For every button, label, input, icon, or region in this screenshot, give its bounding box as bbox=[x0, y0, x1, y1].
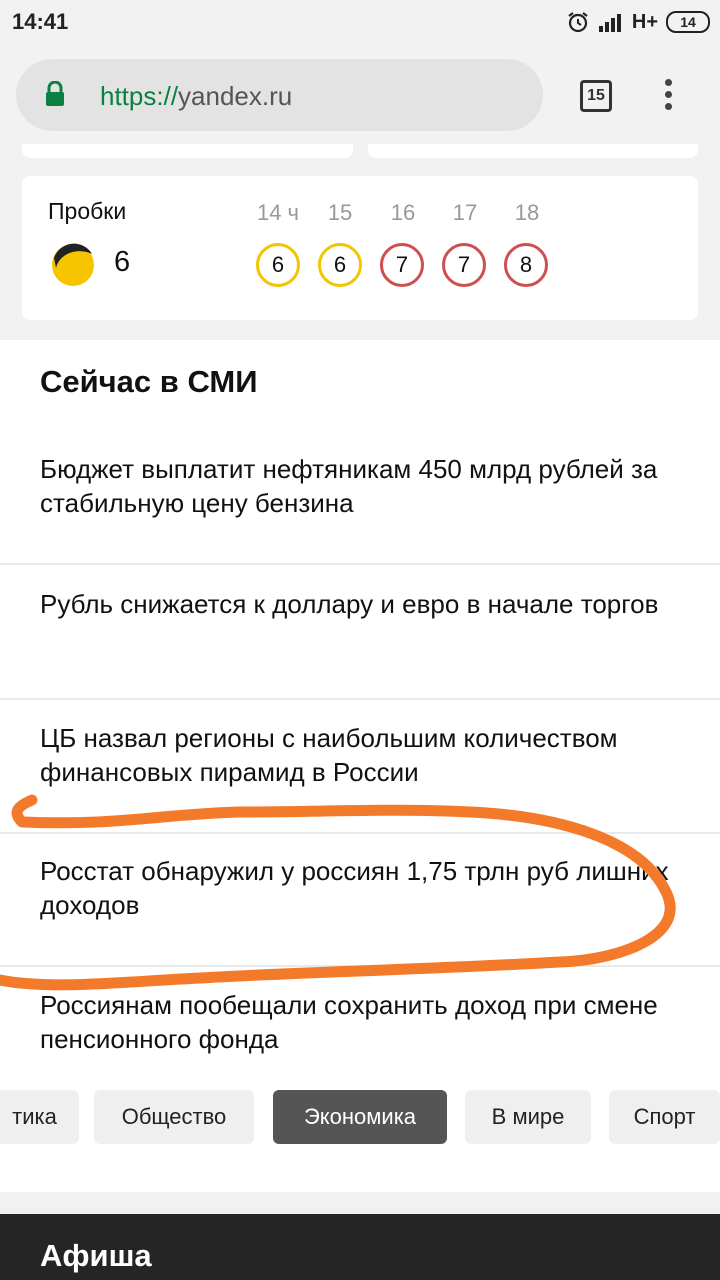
signal-icon bbox=[598, 14, 621, 32]
news-item[interactable]: Бюджет выплатит нефтяникам 450 млрд рубл… bbox=[0, 430, 720, 565]
news-section: Сейчас в СМИ Бюджет выплатит нефтяникам … bbox=[0, 340, 720, 1192]
status-icons: H+ 14 bbox=[566, 8, 710, 36]
news-category-tabs: тика Общество Экономика В мире Спорт bbox=[0, 1090, 720, 1144]
browser-toolbar: https://yandex.ru 15 bbox=[0, 46, 720, 144]
previous-card-left bbox=[22, 144, 353, 158]
address-bar[interactable]: https://yandex.ru bbox=[16, 59, 543, 131]
status-time: 14:41 bbox=[12, 9, 69, 34]
menu-icon[interactable] bbox=[662, 79, 674, 111]
page-content: Пробки 6 14 ч 15 16 17 18 6 6 7 7 8 Сейч… bbox=[0, 144, 720, 1280]
url-text[interactable]: https://yandex.ru bbox=[100, 81, 292, 112]
url-scheme: https:// bbox=[100, 81, 179, 111]
alarm-icon bbox=[568, 12, 588, 33]
traffic-level: 6 bbox=[114, 246, 131, 278]
category-tab-sport[interactable]: Спорт bbox=[609, 1090, 720, 1144]
news-item-text[interactable]: ЦБ назвал регионы с наибольшим количеств… bbox=[40, 721, 680, 789]
traffic-title: Пробки bbox=[48, 198, 127, 224]
news-item[interactable]: Рубль снижается к доллару и евро в начал… bbox=[0, 565, 720, 700]
tab-switcher-button[interactable]: 15 bbox=[580, 80, 612, 112]
forecast-hour: 15 bbox=[327, 200, 353, 225]
news-item[interactable]: Россиянам пообещали сохранить доход при … bbox=[0, 966, 720, 1099]
url-host: yandex.ru bbox=[178, 81, 293, 111]
news-item[interactable]: Росстат обнаружил у россиян 1,75 трлн ру… bbox=[0, 832, 720, 967]
traffic-card[interactable]: Пробки 6 14 ч 15 16 17 18 6 6 7 7 8 bbox=[22, 176, 698, 320]
forecast-hour: 14 ч bbox=[256, 200, 300, 225]
news-item[interactable]: ЦБ назвал регионы с наибольшим количеств… bbox=[0, 699, 720, 834]
forecast-level-badge: 6 bbox=[318, 243, 362, 287]
forecast-level-badge: 7 bbox=[442, 243, 486, 287]
forecast-level-badge: 7 bbox=[380, 243, 424, 287]
previous-card-right bbox=[368, 144, 698, 158]
traffic-light-icon bbox=[52, 243, 94, 286]
news-item-text[interactable]: Россиянам пообещали сохранить доход при … bbox=[40, 988, 680, 1056]
tab-count: 15 bbox=[587, 87, 605, 104]
news-item-text[interactable]: Бюджет выплатит нефтяникам 450 млрд рубл… bbox=[40, 452, 680, 520]
status-bar: 14:41 H+ 14 bbox=[0, 0, 720, 46]
afisha-title: Афиша bbox=[40, 1238, 152, 1273]
forecast-hour: 16 bbox=[390, 200, 416, 225]
news-item-text[interactable]: Рубль снижается к доллару и евро в начал… bbox=[40, 587, 680, 621]
forecast-level-badge: 8 bbox=[504, 243, 548, 287]
category-tab-society[interactable]: Общество bbox=[94, 1090, 254, 1144]
battery-icon: 14 bbox=[666, 11, 710, 33]
lock-icon bbox=[46, 81, 64, 106]
category-tab-economy[interactable]: Экономика bbox=[273, 1090, 447, 1144]
forecast-hour: 17 bbox=[452, 200, 478, 225]
category-tab-world[interactable]: В мире bbox=[465, 1090, 591, 1144]
news-heading: Сейчас в СМИ bbox=[40, 364, 258, 399]
battery-level: 14 bbox=[680, 14, 696, 30]
forecast-hour: 18 bbox=[514, 200, 540, 225]
forecast-level-badge: 6 bbox=[256, 243, 300, 287]
afisha-section[interactable]: Афиша bbox=[0, 1214, 720, 1280]
news-item-text[interactable]: Росстат обнаружил у россиян 1,75 трлн ру… bbox=[40, 854, 680, 922]
category-tab-politics[interactable]: тика bbox=[0, 1090, 79, 1144]
network-type: H+ bbox=[631, 10, 658, 33]
